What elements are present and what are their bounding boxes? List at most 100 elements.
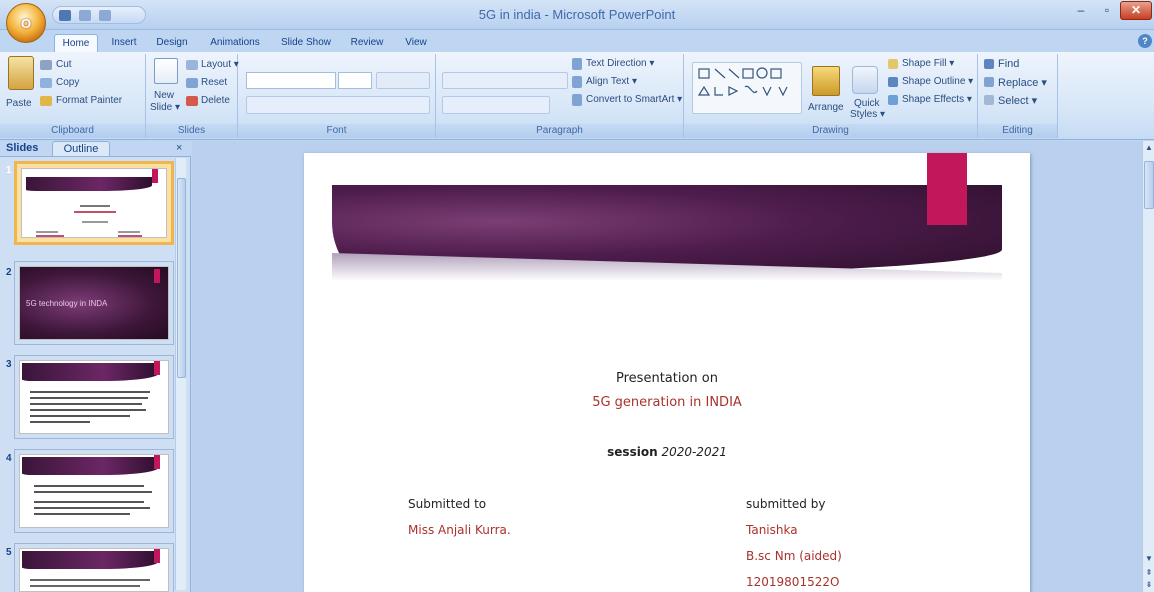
layout-button[interactable]: Layout ▾ [201, 59, 239, 70]
format-painter-icon[interactable] [40, 96, 52, 106]
accent-marker [927, 153, 967, 225]
thumb-line [34, 501, 144, 503]
shape-fill-icon[interactable] [888, 59, 898, 69]
slide-thumbnail-5[interactable] [14, 543, 174, 592]
scrollbar-thumb[interactable] [177, 178, 186, 378]
tab-slides[interactable]: Slides [6, 142, 38, 154]
slides-group: New Slide ▾ Layout ▾ Reset Delete Slides [146, 54, 239, 138]
close-button[interactable]: ✕ [1120, 1, 1152, 20]
maximize-button[interactable]: ▫ [1094, 2, 1120, 20]
new-slide-dropdown[interactable]: Slide ▾ [150, 102, 180, 113]
scroll-up-icon[interactable]: ▲ [1144, 142, 1154, 154]
tab-review[interactable]: Review [344, 34, 390, 52]
office-button[interactable]: O [6, 3, 46, 43]
editor-scrollbar[interactable]: ▲ ▼ ⇞ ⇟ [1142, 141, 1154, 592]
shape-fill-button[interactable]: Shape Fill ▾ [902, 58, 954, 69]
delete-icon[interactable] [186, 96, 198, 106]
thumb-line [80, 205, 110, 207]
layout-icon[interactable] [186, 60, 198, 70]
align-text-icon[interactable] [572, 76, 582, 88]
thumb-line [30, 579, 150, 581]
slide-thumbnail-3[interactable] [14, 355, 174, 439]
shape-outline-icon[interactable] [888, 77, 898, 87]
panel-close-icon[interactable]: × [176, 142, 182, 154]
thumb-line [34, 513, 130, 515]
copy-button[interactable]: Copy [56, 77, 79, 88]
thumb-line [36, 231, 58, 233]
copy-icon[interactable] [40, 78, 52, 88]
text-direction-button[interactable]: Text Direction ▾ [586, 58, 654, 69]
arrange-icon[interactable] [812, 66, 840, 96]
alignment-buttons[interactable] [442, 96, 550, 114]
current-slide[interactable]: Presentation on 5G generation in INDIA s… [304, 153, 1030, 592]
cut-button[interactable]: Cut [56, 59, 72, 70]
smartart-icon[interactable] [572, 94, 582, 106]
slide-thumbnail-1[interactable] [14, 161, 174, 245]
reset-icon[interactable] [186, 78, 198, 88]
paste-icon[interactable] [8, 56, 34, 90]
help-icon[interactable]: ? [1138, 34, 1152, 48]
cut-icon[interactable] [40, 60, 52, 70]
convert-smartart-button[interactable]: Convert to SmartArt ▾ [586, 94, 682, 105]
scroll-down-icon[interactable]: ▼ [1144, 553, 1154, 565]
tab-outline[interactable]: Outline [52, 141, 110, 157]
font-format-buttons[interactable] [246, 96, 430, 114]
tab-view[interactable]: View [398, 34, 434, 52]
reset-button[interactable]: Reset [201, 77, 227, 88]
paste-button[interactable]: Paste [6, 98, 32, 109]
thumb-marker [152, 169, 158, 183]
select-icon[interactable] [984, 95, 994, 105]
thumb-line [34, 491, 152, 493]
thumb-marker [154, 549, 160, 563]
font-name-box[interactable] [246, 72, 336, 89]
scrollbar-thumb[interactable] [1144, 161, 1154, 209]
shape-outline-button[interactable]: Shape Outline ▾ [902, 76, 973, 87]
arrange-button[interactable]: Arrange [808, 102, 844, 113]
thumbnail-content [19, 548, 169, 592]
shape-effects-button[interactable]: Shape Effects ▾ [902, 94, 972, 105]
quick-styles-button[interactable]: Quick [854, 98, 880, 109]
shapes-gallery[interactable] [692, 62, 802, 114]
select-button[interactable]: Select ▾ [998, 94, 1037, 107]
previous-slide-icon[interactable]: ⇞ [1144, 567, 1154, 579]
slides-panel-scrollbar[interactable] [175, 158, 186, 590]
grow-shrink-font-icon[interactable] [376, 72, 430, 89]
tab-animations[interactable]: Animations [202, 34, 268, 52]
thumbnail-content [19, 360, 169, 434]
thumb-title: 5G technology in INDA [26, 299, 108, 308]
tab-design[interactable]: Design [150, 34, 194, 52]
presentation-topic: 5G generation in INDIA [592, 395, 742, 410]
text-direction-icon[interactable] [572, 58, 582, 70]
find-button[interactable]: Find [998, 58, 1019, 70]
new-slide-icon[interactable] [154, 58, 178, 84]
font-group-label: Font [238, 124, 435, 138]
list-buttons[interactable] [442, 72, 568, 89]
tab-slide-show[interactable]: Slide Show [276, 34, 336, 52]
panel-tabs: Slides Outline × [0, 141, 191, 157]
course-name: B.sc Nm (aided) [746, 549, 842, 563]
align-text-button[interactable]: Align Text ▾ [586, 76, 637, 87]
delete-button[interactable]: Delete [201, 95, 230, 106]
find-icon[interactable] [984, 59, 994, 69]
slide-thumbnail-2[interactable]: 5G technology in INDA [14, 261, 174, 345]
thumb-marker [154, 455, 160, 469]
tab-insert[interactable]: Insert [104, 34, 144, 52]
quick-styles-icon[interactable] [852, 66, 878, 94]
thumb-line [34, 507, 150, 509]
quick-styles-dropdown[interactable]: Styles ▾ [850, 109, 885, 120]
session-label: session [607, 445, 658, 459]
slide-thumbnail-4[interactable] [14, 449, 174, 533]
shape-effects-icon[interactable] [888, 95, 898, 105]
minimize-button[interactable]: – [1068, 2, 1094, 20]
new-slide-button[interactable]: New [154, 90, 174, 101]
thumb-line [30, 409, 146, 411]
tab-home[interactable]: Home [54, 34, 98, 52]
slides-group-label: Slides [146, 124, 237, 138]
next-slide-icon[interactable]: ⇟ [1144, 579, 1154, 591]
font-size-box[interactable] [338, 72, 372, 89]
replace-icon[interactable] [984, 77, 994, 87]
replace-button[interactable]: Replace ▾ [998, 76, 1047, 89]
slide-number: 1 [6, 165, 12, 176]
format-painter-button[interactable]: Format Painter [56, 95, 122, 106]
roll-number: 12019801522O [746, 575, 840, 589]
